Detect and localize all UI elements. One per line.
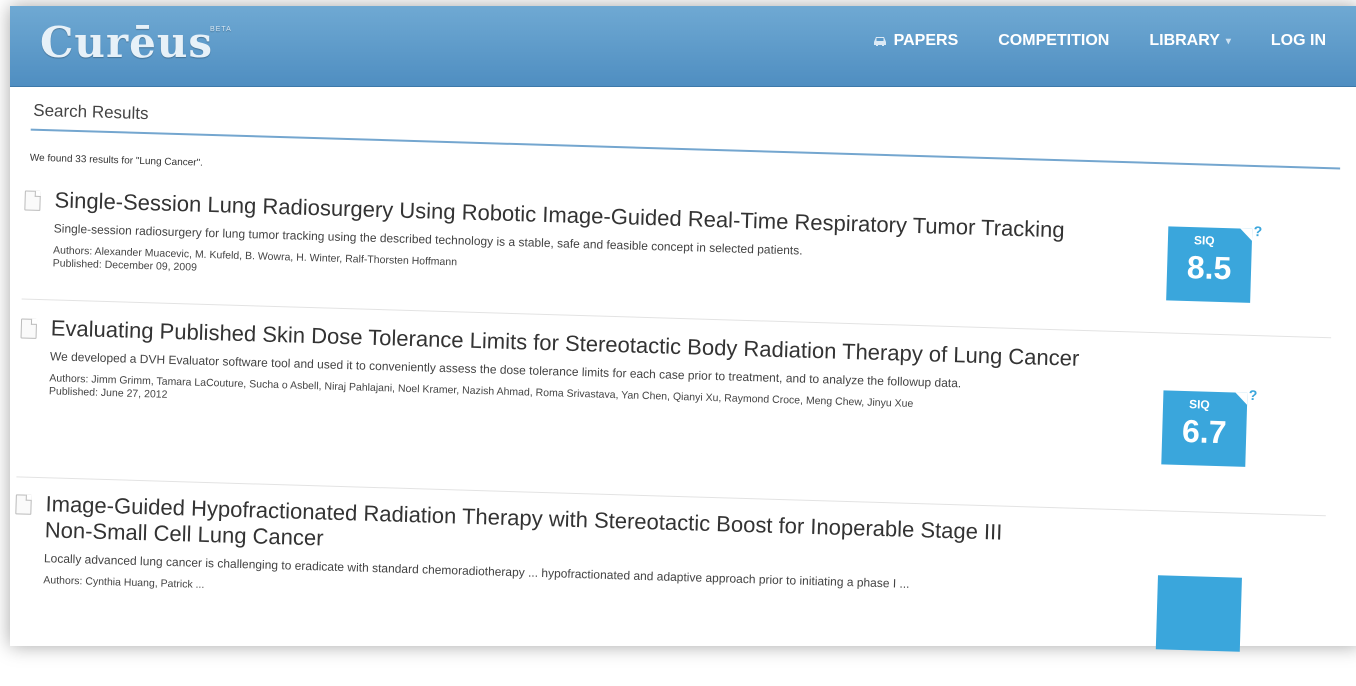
page-frame: Curēus BETA PAPERS COMPETITION LIBRARY ▾… (10, 6, 1356, 652)
document-icon (24, 190, 41, 211)
nav-papers[interactable]: PAPERS (872, 32, 959, 50)
nav-library[interactable]: LIBRARY ▾ (1149, 32, 1231, 50)
siq-label: SIQ (1188, 397, 1210, 412)
beta-label: BETA (210, 26, 232, 33)
results-count-text: We found 33 results for "Lung Cancer". (29, 152, 204, 169)
nav-papers-label: PAPERS (893, 32, 959, 49)
badge-corner (1235, 392, 1248, 405)
document-icon (20, 318, 38, 339)
car-icon (873, 37, 886, 46)
help-icon[interactable]: ? (1249, 387, 1258, 403)
nav-login-label: LOG IN (1270, 32, 1326, 49)
badge-corner (1239, 228, 1253, 241)
search-results-content: Search Results We found 33 results for "… (0, 86, 1356, 686)
site-logo[interactable]: Curēus BETA (40, 18, 231, 67)
siq-badge[interactable] (1155, 575, 1242, 652)
document-icon (15, 494, 32, 515)
nav-competition-label: COMPETITION (998, 32, 1110, 49)
help-icon[interactable]: ? (1253, 223, 1262, 239)
result-item: Single-Session Lung Radiosurgery Using R… (23, 186, 1185, 303)
site-header: Curēus BETA PAPERS COMPETITION LIBRARY ▾… (10, 6, 1356, 87)
page-title: Search Results (33, 100, 149, 124)
nav-competition[interactable]: COMPETITION (998, 32, 1109, 50)
result-item: Image-Guided Hypofractionated Radiation … (13, 490, 1175, 620)
siq-score: 6.7 (1181, 412, 1228, 451)
main-nav: PAPERS COMPETITION LIBRARY ▾ LOG IN (872, 32, 1326, 50)
siq-score: 8.5 (1186, 249, 1232, 287)
siq-label: SIQ (1193, 233, 1215, 248)
nav-login[interactable]: LOG IN (1271, 32, 1326, 50)
siq-badge[interactable]: SIQ ? 8.5 (1166, 223, 1262, 303)
chevron-down-icon: ▾ (1225, 35, 1231, 47)
title-rule (30, 128, 1341, 170)
result-item: Evaluating Published Skin Dose Tolerance… (19, 314, 1181, 431)
nav-library-label: LIBRARY (1149, 32, 1220, 49)
logo-text: Curēus (40, 18, 213, 67)
siq-badge[interactable]: SIQ ? 6.7 (1161, 387, 1258, 467)
